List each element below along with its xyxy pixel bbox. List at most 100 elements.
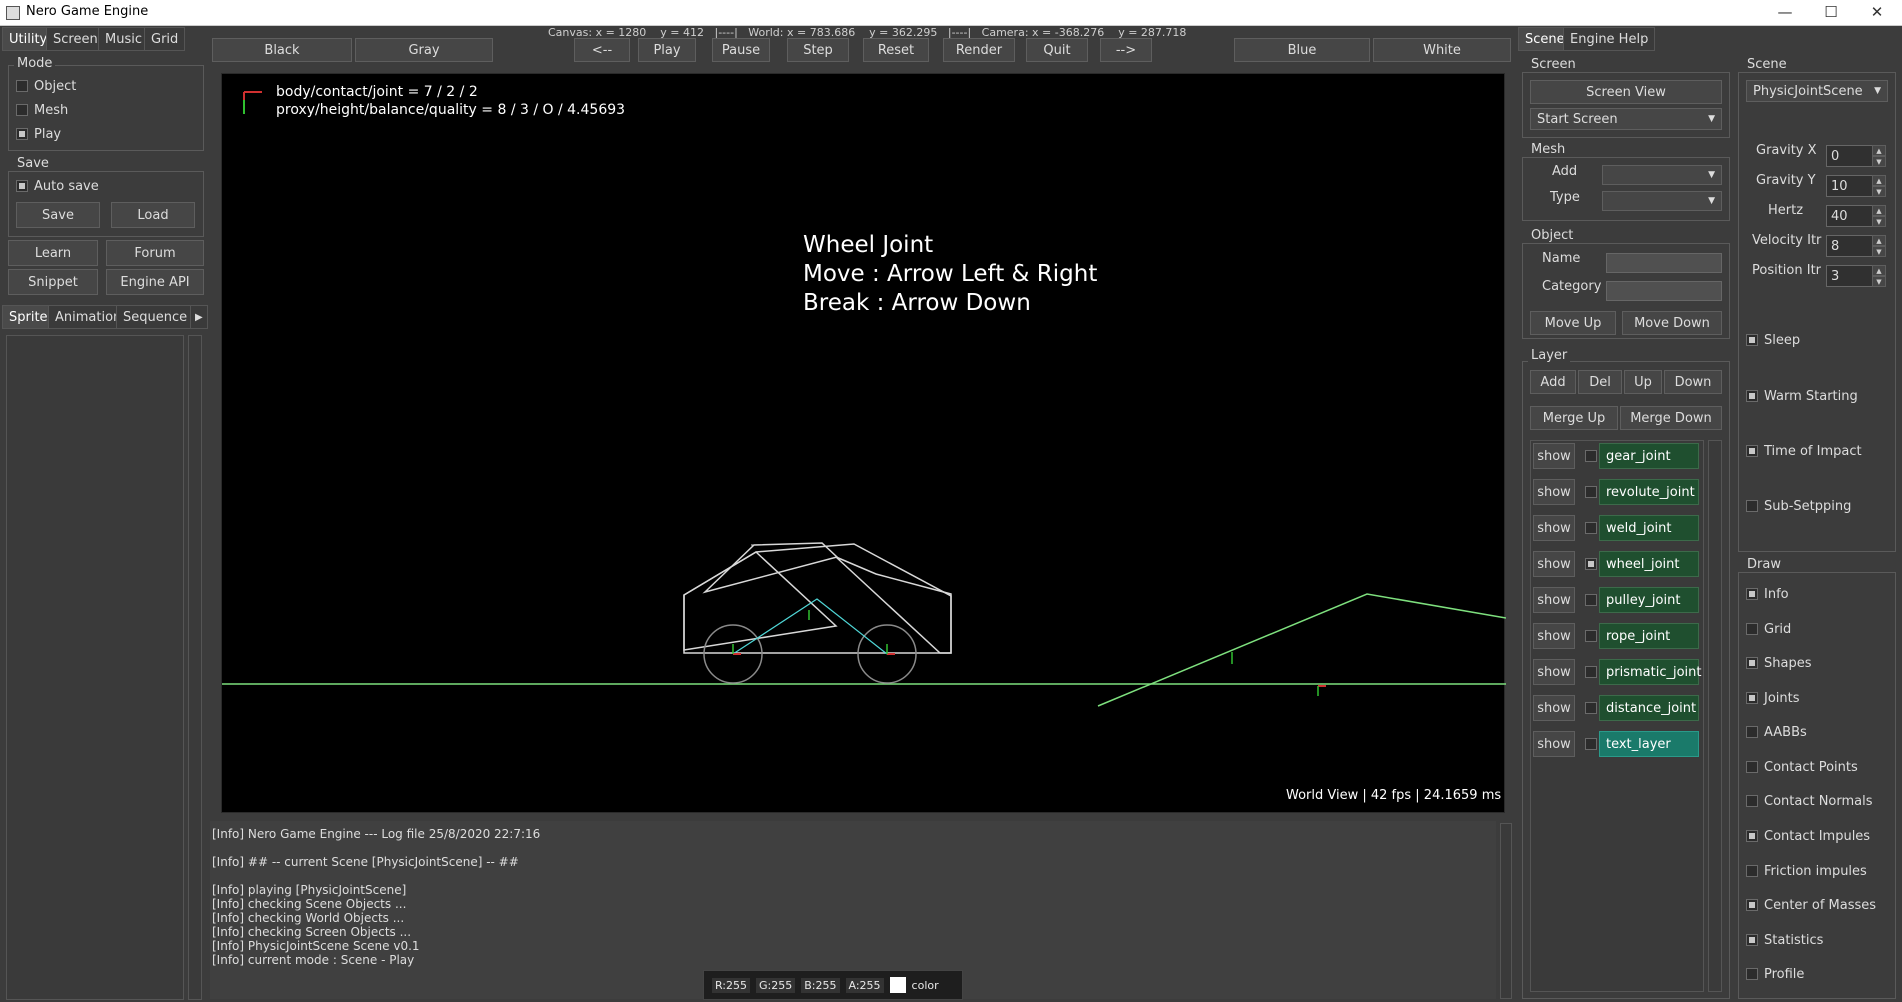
tab-sequence[interactable]: Sequence [116, 305, 195, 329]
spin-down-icon[interactable]: ▼ [1872, 246, 1886, 257]
time-of-impact-checkbox[interactable] [1746, 445, 1758, 457]
learn-button[interactable]: Learn [8, 240, 98, 266]
mesh-add-select[interactable]: ▼ [1602, 165, 1722, 185]
layer-checkbox[interactable] [1585, 738, 1597, 750]
object-category-field[interactable] [1606, 281, 1722, 301]
log-scrollbar[interactable] [1500, 823, 1512, 999]
resource-scrollbar[interactable] [188, 335, 202, 1000]
bg-white-button[interactable]: White [1373, 38, 1511, 62]
mode-mesh-checkbox[interactable] [16, 104, 28, 116]
spin-up-icon[interactable]: ▲ [1872, 235, 1886, 246]
layer-name[interactable]: wheel_joint [1599, 551, 1699, 577]
tab-music[interactable]: Music [98, 27, 149, 51]
play-button[interactable]: Play [638, 38, 696, 62]
draw-contact-impulses-checkbox[interactable] [1746, 830, 1758, 842]
gravity-x-input[interactable]: 0 [1826, 145, 1878, 167]
tab-engine-help[interactable]: Engine Help [1563, 27, 1656, 51]
move-up-button[interactable]: Move Up [1530, 311, 1616, 335]
maximize-button[interactable]: ☐ [1808, 0, 1854, 26]
layer-name[interactable]: weld_joint [1599, 515, 1699, 541]
auto-save-checkbox[interactable] [16, 180, 28, 192]
draw-joints-checkbox[interactable] [1746, 692, 1758, 704]
tab-grid[interactable]: Grid [144, 27, 186, 51]
layer-show-button[interactable]: show [1533, 551, 1575, 577]
previous-button[interactable]: <-- [574, 38, 630, 62]
layer-name[interactable]: prismatic_joint [1599, 659, 1701, 685]
move-down-button[interactable]: Move Down [1622, 311, 1722, 335]
next-button[interactable]: --> [1100, 38, 1152, 62]
layer-checkbox[interactable] [1585, 702, 1597, 714]
layer-show-button[interactable]: show [1533, 479, 1575, 505]
start-screen-select[interactable]: Start Screen ▼ [1530, 108, 1722, 130]
forum-button[interactable]: Forum [106, 240, 204, 266]
screen-view-button[interactable]: Screen View [1530, 80, 1722, 104]
layer-show-button[interactable]: show [1533, 731, 1575, 757]
snippet-button[interactable]: Snippet [8, 269, 98, 295]
merge-down-button[interactable]: Merge Down [1620, 406, 1722, 430]
layer-show-button[interactable]: show [1533, 659, 1575, 685]
mesh-type-select[interactable]: ▼ [1602, 191, 1722, 211]
color-g-value[interactable]: G:255 [756, 977, 796, 993]
spin-down-icon[interactable]: ▼ [1872, 276, 1886, 287]
spin-down-icon[interactable]: ▼ [1872, 156, 1886, 167]
color-b-value[interactable]: B:255 [801, 977, 840, 993]
hertz-input[interactable]: 40 [1826, 205, 1878, 227]
draw-aabbs-checkbox[interactable] [1746, 726, 1758, 738]
tab-more-arrow-icon[interactable]: ▶ [190, 305, 208, 329]
layer-show-button[interactable]: show [1533, 515, 1575, 541]
close-button[interactable]: ✕ [1854, 0, 1900, 26]
quit-button[interactable]: Quit [1026, 38, 1088, 62]
layer-name[interactable]: revolute_joint [1599, 479, 1699, 505]
layer-name[interactable]: distance_joint [1599, 695, 1699, 721]
layer-name[interactable]: pulley_joint [1599, 587, 1699, 613]
layer-name[interactable]: text_layer [1599, 731, 1699, 757]
draw-statistics-checkbox[interactable] [1746, 934, 1758, 946]
bg-blue-button[interactable]: Blue [1234, 38, 1370, 62]
draw-shapes-checkbox[interactable] [1746, 657, 1758, 669]
draw-contact-points-checkbox[interactable] [1746, 761, 1758, 773]
spin-down-icon[interactable]: ▼ [1872, 186, 1886, 197]
layer-name[interactable]: rope_joint [1599, 623, 1699, 649]
color-picker-bar[interactable]: R:255 G:255 B:255 A:255 color [703, 970, 963, 1000]
layer-show-button[interactable]: show [1533, 443, 1575, 469]
draw-info-checkbox[interactable] [1746, 588, 1758, 600]
draw-contact-normals-checkbox[interactable] [1746, 795, 1758, 807]
merge-up-button[interactable]: Merge Up [1530, 406, 1618, 430]
pause-button[interactable]: Pause [712, 38, 770, 62]
spin-up-icon[interactable]: ▲ [1872, 145, 1886, 156]
scene-select[interactable]: PhysicJointScene ▼ [1746, 80, 1888, 102]
sub-stepping-checkbox[interactable] [1746, 500, 1758, 512]
layer-down-button[interactable]: Down [1664, 370, 1722, 394]
color-a-value[interactable]: A:255 [845, 977, 884, 993]
layer-checkbox[interactable] [1585, 594, 1597, 606]
layer-name[interactable]: gear_joint [1599, 443, 1699, 469]
layer-checkbox[interactable] [1585, 486, 1597, 498]
step-button[interactable]: Step [787, 38, 849, 62]
warm-starting-checkbox[interactable] [1746, 390, 1758, 402]
layer-scrollbar[interactable] [1708, 440, 1722, 992]
draw-friction-impulses-checkbox[interactable] [1746, 865, 1758, 877]
layer-show-button[interactable]: show [1533, 695, 1575, 721]
layer-checkbox[interactable] [1585, 666, 1597, 678]
layer-show-button[interactable]: show [1533, 623, 1575, 649]
layer-up-button[interactable]: Up [1624, 370, 1662, 394]
color-r-value[interactable]: R:255 [712, 977, 751, 993]
render-button[interactable]: Render [943, 38, 1015, 62]
draw-profile-checkbox[interactable] [1746, 968, 1758, 980]
spin-up-icon[interactable]: ▲ [1872, 205, 1886, 216]
spin-up-icon[interactable]: ▲ [1872, 175, 1886, 186]
gravity-y-input[interactable]: 10 [1826, 175, 1878, 197]
sleep-checkbox[interactable] [1746, 334, 1758, 346]
position-itr-input[interactable]: 3 [1826, 265, 1878, 287]
object-name-field[interactable] [1606, 253, 1722, 273]
color-swatch[interactable] [889, 977, 906, 993]
draw-grid-checkbox[interactable] [1746, 623, 1758, 635]
spin-down-icon[interactable]: ▼ [1872, 216, 1886, 227]
tab-sprite[interactable]: Sprite [2, 305, 55, 329]
save-button[interactable]: Save [16, 202, 100, 228]
layer-checkbox[interactable] [1585, 522, 1597, 534]
load-button[interactable]: Load [111, 202, 195, 228]
layer-show-button[interactable]: show [1533, 587, 1575, 613]
velocity-itr-input[interactable]: 8 [1826, 235, 1878, 257]
layer-add-button[interactable]: Add [1530, 370, 1576, 394]
